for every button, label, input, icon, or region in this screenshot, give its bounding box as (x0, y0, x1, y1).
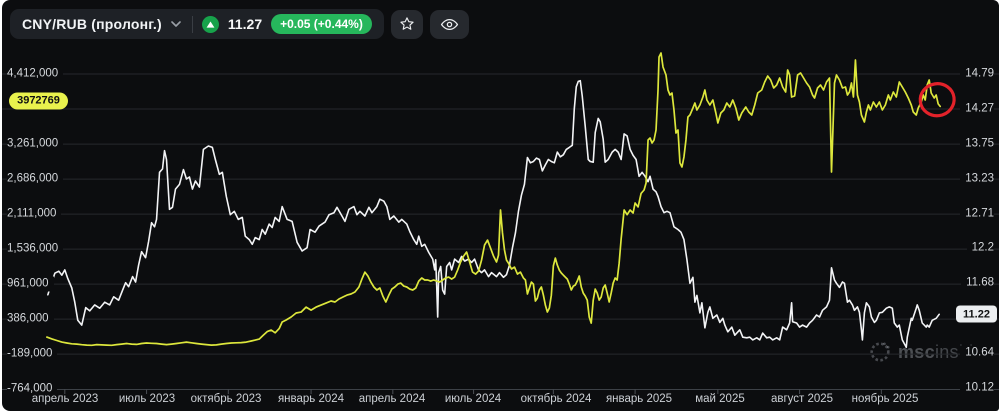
star-button[interactable] (390, 9, 423, 39)
eye-icon (440, 18, 458, 30)
arrow-up-icon (201, 15, 219, 33)
watch-eye-button[interactable] (429, 9, 469, 39)
last-price: 11.27 (227, 16, 263, 32)
symbol-selector[interactable]: CNY/RUB (пролонг.) 11.27 +0.05 (+0.44%) (10, 9, 384, 39)
yellow-series-line (46, 52, 942, 347)
star-icon (400, 17, 414, 30)
toolbar-divider (191, 15, 193, 33)
app-background: mscinsider 3972769 11.22 4,412,000 3,261,… (2, 0, 999, 411)
change-badge: +0.05 (+0.44%) (271, 14, 372, 34)
chart-area[interactable] (2, 0, 999, 411)
chevron-down-icon (171, 21, 181, 27)
window-frame: mscinsider 3972769 11.22 4,412,000 3,261,… (0, 0, 1000, 411)
symbol-name: CNY/RUB (пролонг.) (22, 16, 162, 32)
toolbar: CNY/RUB (пролонг.) 11.27 +0.05 (+0.44%) (10, 9, 469, 39)
